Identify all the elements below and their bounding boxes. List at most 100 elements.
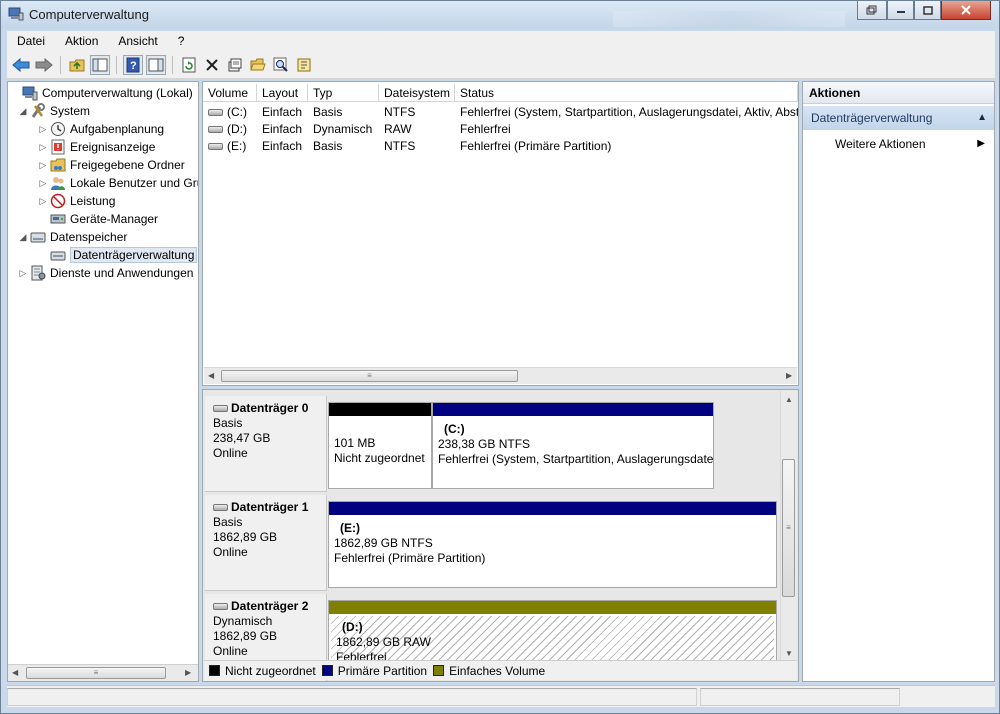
tree-label: Computerverwaltung (Lokal) xyxy=(42,86,193,100)
tree-expand-icon[interactable]: ▷ xyxy=(38,124,48,135)
close-icon xyxy=(961,5,971,15)
tree-item-datenspeicher[interactable]: ◢ Datenspeicher xyxy=(18,228,128,246)
tree-collapse-icon[interactable]: ◢ xyxy=(18,232,28,243)
collapse-up-icon[interactable]: ▲ xyxy=(977,106,987,130)
partition-name: (E:) xyxy=(340,521,360,535)
toolbar: ? xyxy=(7,51,995,79)
disk-name: Datenträger 2 xyxy=(231,599,309,613)
help-icon[interactable]: ? xyxy=(123,54,143,75)
partition-c[interactable]: (C:) 238,38 GB NTFS Fehlerfrei (System, … xyxy=(432,402,714,489)
tree-expand-icon[interactable]: ▷ xyxy=(38,196,48,207)
scrollbar-thumb[interactable]: ≡ xyxy=(26,667,166,679)
svg-text:?: ? xyxy=(130,60,137,72)
actions-section-header[interactable]: Datenträgerverwaltung ▲ xyxy=(803,106,994,130)
properties-icon[interactable] xyxy=(146,54,166,75)
volume-list-horizontal-scrollbar[interactable]: ◀ ≡ ▶ xyxy=(204,367,797,384)
search-icon[interactable] xyxy=(271,55,291,75)
legend-item: Einfaches Volume xyxy=(433,664,545,678)
volume-list: Volume Layout Typ Dateisystem Status (C:… xyxy=(202,81,799,386)
partition-size: 1862,89 GB NTFS xyxy=(334,536,433,550)
tree-item-datentraegerverwaltung[interactable]: Datenträgerverwaltung xyxy=(38,246,198,264)
restore-icon[interactable] xyxy=(857,1,887,20)
tree-expand-icon[interactable]: ▷ xyxy=(38,178,48,189)
wizard-icon[interactable] xyxy=(294,55,314,75)
toolbar-separator xyxy=(172,55,173,74)
actions-section-label: Datenträgerverwaltung xyxy=(811,111,933,125)
volume-name: (E:) xyxy=(227,139,247,153)
legend-swatch xyxy=(209,664,220,676)
more-actions-item[interactable]: Weitere Aktionen ▶ xyxy=(835,134,985,154)
scrollbar-thumb[interactable]: ≡ xyxy=(221,370,518,382)
close-button[interactable] xyxy=(941,1,991,20)
tree-item-root[interactable]: Computerverwaltung (Lokal) xyxy=(10,84,193,102)
scroll-left-icon[interactable]: ◀ xyxy=(12,668,18,677)
column-header-dateisystem[interactable]: Dateisystem xyxy=(379,84,455,102)
tree-expand-icon[interactable]: ▷ xyxy=(18,268,28,279)
tree-item-system[interactable]: ◢ System xyxy=(18,102,90,120)
menu-aktion[interactable]: Aktion xyxy=(55,34,108,48)
event-viewer-icon xyxy=(51,139,65,155)
column-header-status[interactable]: Status xyxy=(455,84,798,102)
disk-1-info[interactable]: Datenträger 1 Basis 1862,89 GB Online xyxy=(205,495,327,591)
partition-e[interactable]: (E:) 1862,89 GB NTFS Fehlerfrei (Primäre… xyxy=(328,501,777,588)
disk-type: Basis xyxy=(213,515,243,529)
partition-size: 101 MB xyxy=(334,436,376,450)
tree-item-freigaben[interactable]: ▷ Freigegebene Ordner xyxy=(38,156,185,174)
partition-size: 1862,89 GB RAW xyxy=(336,635,431,649)
partition-name: (D:) xyxy=(342,620,363,634)
back-arrow-icon[interactable] xyxy=(11,55,31,75)
tree-item-geraete-manager[interactable]: Geräte-Manager xyxy=(38,210,158,228)
minimize-button[interactable] xyxy=(887,1,914,20)
scroll-right-icon[interactable]: ▶ xyxy=(786,371,792,380)
tree-item-leistung[interactable]: ▷ Leistung xyxy=(38,192,115,210)
column-header-typ[interactable]: Typ xyxy=(308,84,379,102)
scrollbar-thumb[interactable]: ≡ xyxy=(782,459,795,597)
scroll-right-icon[interactable]: ▶ xyxy=(185,668,191,677)
drive-icon xyxy=(208,143,223,151)
open-folder-icon[interactable] xyxy=(248,55,268,75)
window-title: Computerverwaltung xyxy=(29,7,149,22)
forward-arrow-icon[interactable] xyxy=(34,55,54,75)
refresh-icon[interactable] xyxy=(179,55,199,75)
up-folder-icon[interactable] xyxy=(67,55,87,75)
show-hide-tree-icon[interactable] xyxy=(90,54,110,75)
tree-item-ereignisanzeige[interactable]: ▷ Ereignisanzeige xyxy=(38,138,155,156)
disk-view-vertical-scrollbar[interactable]: ▲ ≡ ▼ xyxy=(780,391,797,661)
partition-name: (C:) xyxy=(444,422,465,436)
partition-d[interactable]: (D:) 1862,89 GB RAW Fehlerfrei xyxy=(328,600,777,662)
disk-icon xyxy=(213,504,228,511)
menu-help[interactable]: ? xyxy=(168,34,195,48)
volume-typ: Basis xyxy=(313,139,343,153)
tree-expand-icon[interactable]: ▷ xyxy=(38,160,48,171)
tree-item-dienste[interactable]: ▷ Dienste und Anwendungen xyxy=(18,264,193,282)
disk-0-info[interactable]: Datenträger 0 Basis 238,47 GB Online xyxy=(205,396,327,492)
disk-management-icon xyxy=(50,251,66,261)
tree-item-aufgabenplanung[interactable]: ▷ Aufgabenplanung xyxy=(38,120,164,138)
scroll-left-icon[interactable]: ◀ xyxy=(208,371,214,380)
settings-icon[interactable] xyxy=(225,55,245,75)
disk-icon xyxy=(213,405,228,412)
tree-item-lokale-benutzer[interactable]: ▷ Lokale Benutzer und Gruppen xyxy=(38,174,198,192)
partition-color-bar xyxy=(329,502,776,515)
scroll-down-icon[interactable]: ▼ xyxy=(785,649,793,658)
partition-unallocated[interactable]: 101 MB Nicht zugeordnet xyxy=(328,402,432,489)
menu-ansicht[interactable]: Ansicht xyxy=(108,34,167,48)
tree-label: Ereignisanzeige xyxy=(70,140,156,154)
scroll-up-icon[interactable]: ▲ xyxy=(785,395,793,404)
tree-label: Dienste und Anwendungen xyxy=(50,266,194,280)
column-header-layout[interactable]: Layout xyxy=(257,84,308,102)
maximize-button[interactable] xyxy=(914,1,941,20)
volume-status: Fehlerfrei (Primäre Partition) xyxy=(460,139,612,153)
tree-collapse-icon[interactable]: ◢ xyxy=(18,106,28,117)
legend-swatch xyxy=(321,664,333,676)
services-icon xyxy=(31,265,46,281)
delete-icon[interactable] xyxy=(202,55,222,75)
column-header-volume[interactable]: Volume xyxy=(203,84,257,102)
tree-expand-icon[interactable]: ▷ xyxy=(38,142,48,153)
partition-color-bar xyxy=(329,403,431,416)
disk-type: Basis xyxy=(213,416,243,430)
menu-datei[interactable]: Datei xyxy=(7,34,55,48)
volume-layout: Einfach xyxy=(262,139,303,153)
volume-layout: Einfach xyxy=(262,105,303,119)
tree-horizontal-scrollbar[interactable]: ◀ ≡ ▶ xyxy=(8,664,198,681)
